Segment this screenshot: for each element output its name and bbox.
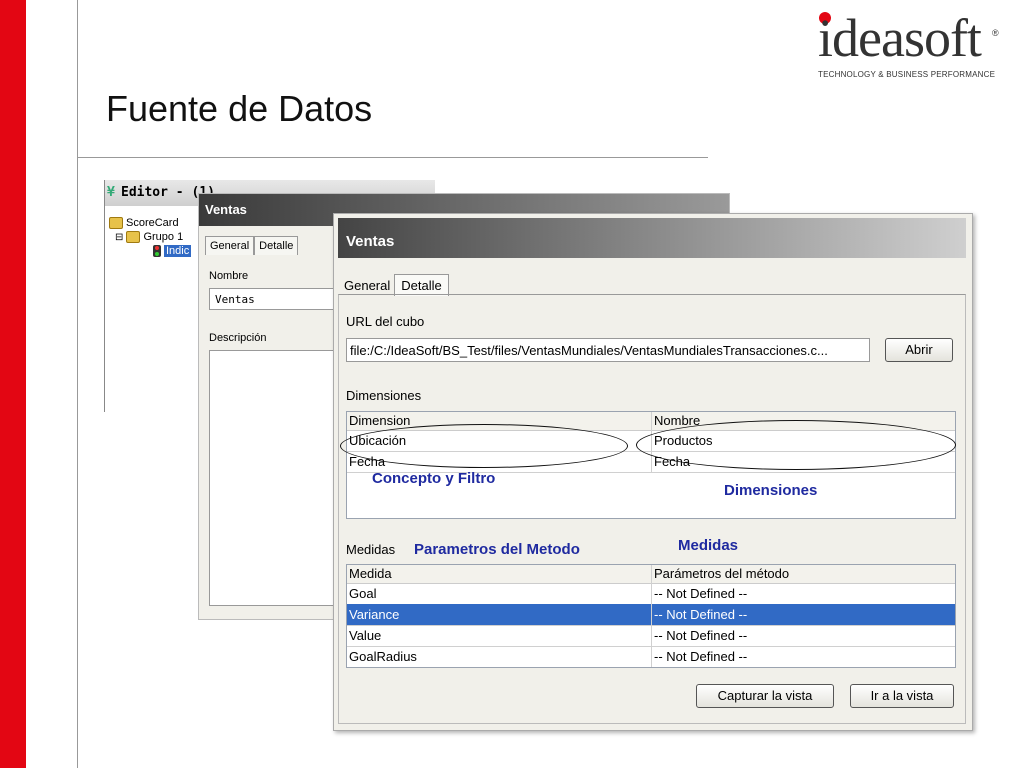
annotation-ellipse-dimension — [340, 424, 628, 468]
annotation-medidas: Medidas — [678, 537, 739, 554]
annotation-parametros-del-metodo: Parametros del Metodo — [414, 541, 580, 558]
logo-registered-mark: ® — [992, 28, 999, 38]
table-row[interactable]: Goal -- Not Defined -- — [347, 583, 955, 605]
medidas-table[interactable]: Medida Parámetros del método Goal -- Not… — [346, 564, 956, 668]
logo-tagline: TECHNOLOGY & BUSINESS PERFORMANCE — [818, 70, 996, 79]
nombre-input[interactable]: Ventas — [209, 288, 334, 310]
abrir-button[interactable]: Abrir — [885, 338, 953, 362]
medidas-label: Medidas — [346, 542, 396, 557]
cell-parametros: -- Not Defined -- — [651, 646, 954, 667]
slide-title: Fuente de Datos — [106, 88, 373, 129]
descripcion-textarea[interactable] — [209, 350, 336, 606]
ir-a-la-vista-button[interactable]: Ir a la vista — [850, 684, 954, 708]
annotation-dimensiones: Dimensiones — [724, 482, 818, 499]
tab-general[interactable]: General — [340, 272, 394, 296]
cell-parametros: -- Not Defined -- — [651, 583, 954, 604]
url-input[interactable]: file:/C:/IdeaSoft/BS_Test/files/VentasMu… — [346, 338, 870, 362]
cell-parametros: -- Not Defined -- — [651, 625, 954, 646]
annotation-ellipse-nombre — [636, 420, 956, 470]
column-header-medida[interactable]: Medida — [347, 565, 649, 583]
editor-app-icon: ¥ — [107, 185, 115, 200]
descripcion-label: Descripción — [209, 332, 267, 344]
column-header-parametros[interactable]: Parámetros del método — [651, 565, 954, 583]
logo-word: ideasoft — [818, 8, 982, 68]
capturar-vista-button[interactable]: Capturar la vista — [696, 684, 834, 708]
folder-icon — [126, 231, 141, 244]
dimensiones-label: Dimensiones — [346, 388, 422, 403]
tree-item-scorecard[interactable]: ScoreCard — [109, 216, 191, 230]
cell-parametros: -- Not Defined -- — [651, 604, 954, 625]
tab-general-back[interactable]: General — [205, 236, 255, 255]
cell-medida: Value — [349, 628, 382, 643]
url-label: URL del cubo — [346, 314, 425, 329]
tree-item-grupo-1[interactable]: ⊟ Grupo 1 — [109, 230, 191, 244]
tab-detalle-back[interactable]: Detalle — [254, 236, 299, 255]
table-row[interactable]: GoalRadius -- Not Defined -- — [347, 646, 955, 667]
medidas-header: Medida Parámetros del método — [347, 565, 955, 584]
ideasoft-logo: ideasoft ® TECHNOLOGY & BUSINESS PERFORM… — [812, 8, 1012, 80]
table-row-selected[interactable]: Variance -- Not Defined -- — [347, 604, 955, 626]
collapse-icon[interactable]: ⊟ — [115, 232, 123, 243]
slide-vertical-divider — [77, 0, 78, 768]
slide-title-underline — [77, 157, 708, 158]
annotation-concepto-y-filtro: Concepto y Filtro — [372, 470, 496, 487]
table-row[interactable]: Value -- Not Defined -- — [347, 625, 955, 647]
ventas-front-tabs: General Detalle — [340, 272, 449, 296]
nombre-label: Nombre — [209, 270, 249, 282]
traffic-light-icon — [153, 245, 161, 258]
ventas-front-title-bar[interactable]: Ventas — [338, 218, 966, 258]
slide-red-bar — [0, 0, 26, 768]
cell-medida: GoalRadius — [349, 649, 417, 664]
cell-medida: Variance — [349, 607, 400, 622]
cell-medida: Goal — [349, 586, 377, 601]
scorecard-tree: ScoreCard ⊟ Grupo 1 Indic — [109, 216, 192, 258]
tree-item-indicator[interactable]: Indic — [109, 244, 192, 258]
ventas-back-tabs: General Detalle — [205, 236, 299, 255]
tab-detalle[interactable]: Detalle — [394, 274, 449, 296]
folder-icon — [109, 217, 123, 230]
